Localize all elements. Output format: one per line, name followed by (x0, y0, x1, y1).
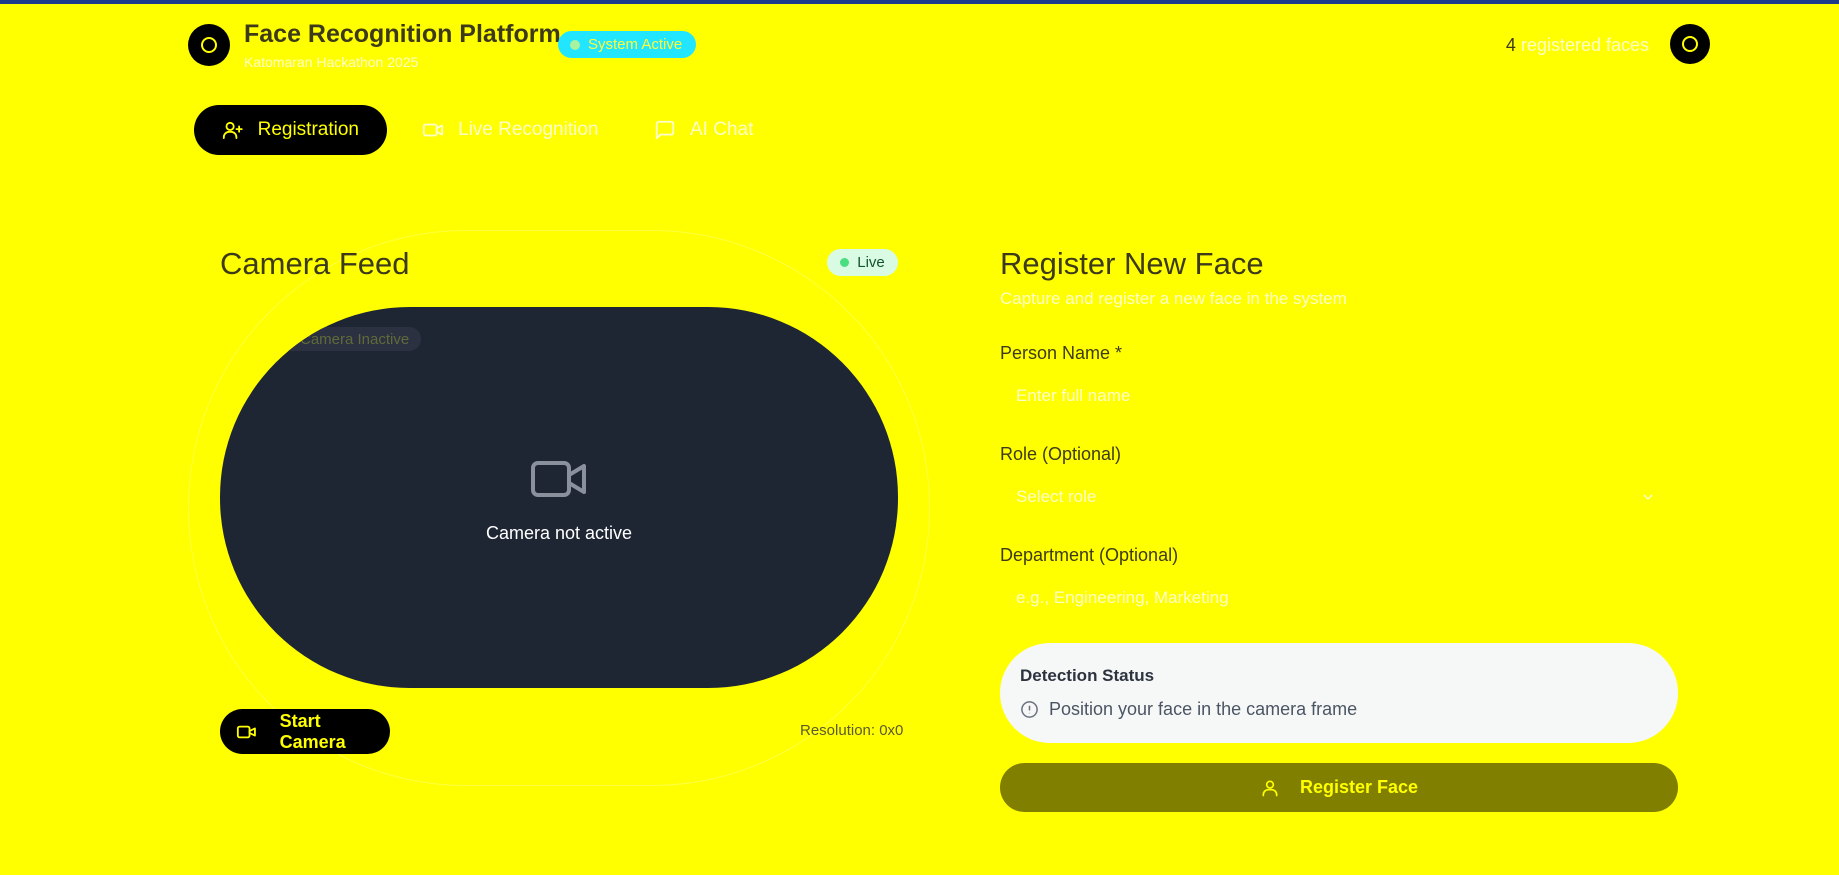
status-dot-icon (570, 39, 580, 50)
profile-avatar-icon[interactable] (1670, 24, 1710, 64)
live-badge-label: Live (857, 254, 885, 271)
tab-registration-label: Registration (257, 119, 359, 140)
tab-live-recognition[interactable]: Live Recognition (394, 105, 626, 155)
resolution-readout: Resolution: 0x0 (800, 722, 904, 739)
registered-count-number: 4 (1505, 35, 1516, 55)
live-dot-icon (840, 258, 850, 267)
camera-status-message: Camera not active (485, 523, 633, 543)
register-title: Register New Face (1000, 246, 1264, 281)
top-accent-bar (0, 0, 1839, 4)
tab-registration[interactable]: Registration (194, 105, 387, 155)
info-circle-icon (1021, 701, 1038, 718)
camera-feed-title: Camera Feed (220, 246, 410, 281)
department-input[interactable]: e.g., Engineering, Marketing (1000, 576, 1678, 620)
camera-inactive-badge: Camera Inactive (256, 327, 422, 351)
register-face-label: Register Face (1299, 777, 1419, 797)
tab-live-recognition-label: Live Recognition (458, 119, 599, 140)
person-name-input[interactable]: Enter full name (1000, 374, 1678, 418)
person-name-label: Person Name * (1000, 343, 1123, 363)
department-label: Department (Optional) (1000, 545, 1179, 565)
registered-count-label: registered faces (1515, 35, 1649, 55)
user-icon (1262, 780, 1278, 796)
user-plus-icon (222, 121, 243, 140)
camera-viewport: Camera Inactive Camera not active (220, 307, 898, 688)
live-badge: Live (827, 249, 898, 276)
start-camera-label: Start Camera (279, 710, 346, 752)
chat-bubble-icon (655, 120, 675, 140)
logo-icon (188, 24, 230, 66)
role-select[interactable]: Select role (1000, 475, 1678, 519)
role-select-value: Select role (1016, 487, 1097, 506)
video-icon (422, 123, 444, 137)
video-camera-icon (531, 461, 586, 497)
status-label: System Active (588, 36, 683, 53)
start-camera-button[interactable]: Start Camera (220, 709, 390, 754)
chevron-down-icon (1643, 494, 1653, 501)
register-face-button[interactable]: Register Face (1000, 763, 1678, 812)
detection-status-row: Position your face in the camera frame (1020, 699, 1357, 720)
tab-ai-chat-label: AI Chat (690, 119, 754, 140)
detection-status-panel: Detection Status Position your face in t… (1000, 643, 1678, 743)
system-status-badge: System Active (558, 31, 697, 58)
app-subtitle: Katomaran Hackathon 2025 (244, 54, 419, 70)
register-subtitle: Capture and register a new face in the s… (1000, 289, 1347, 308)
detection-status-message: Position your face in the camera frame (1049, 699, 1358, 719)
detection-status-title: Detection Status (1020, 666, 1155, 685)
role-label: Role (Optional) (1000, 444, 1122, 464)
video-icon (236, 725, 256, 738)
registered-faces-count: 4 registered faces (1506, 35, 1649, 56)
tab-ai-chat[interactable]: AI Chat (626, 105, 781, 155)
app-title: Face Recognition Platform (244, 20, 561, 48)
